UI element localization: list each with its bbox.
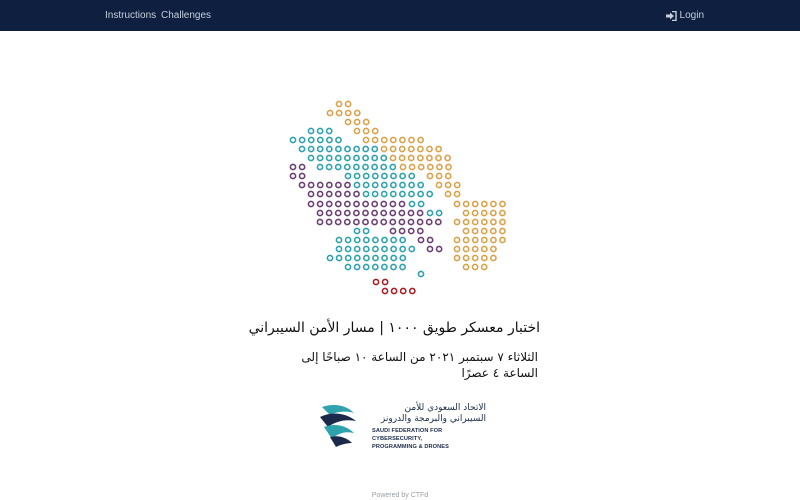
partner-english-line2: PROGRAMMING & DRONES bbox=[372, 444, 449, 450]
partner-logo: الاتحاد السعودي للأمن السيبراني والبرمجة… bbox=[316, 401, 486, 453]
top-navbar: Instructions Challenges Login bbox=[0, 0, 800, 31]
federation-emblem-icon bbox=[320, 405, 356, 447]
sign-in-icon bbox=[665, 10, 677, 21]
partner-arabic-name: الاتحاد السعودي للأمن السيبراني والبرمجة… bbox=[380, 403, 486, 424]
login-link[interactable]: Login bbox=[665, 0, 704, 31]
powered-by-footer: Powered by CTFd bbox=[371, 492, 429, 499]
login-label: Login bbox=[679, 10, 704, 21]
partner-english-line1: SAUDI FEDERATION FOR CYBERSECURITY, bbox=[372, 428, 443, 442]
nav-challenges-link[interactable]: Challenges bbox=[161, 0, 211, 31]
page-title: اختبار معسكر طويق ١٠٠٠ | مسار الأمن السي… bbox=[248, 320, 540, 336]
nav-instructions-link[interactable]: Instructions bbox=[105, 0, 156, 31]
event-date-time: الثلاثاء ٧ سبتمبر ٢٠٢١ من الساعة ١٠ صباح… bbox=[301, 350, 538, 380]
partner-english-name: SAUDI FEDERATION FOR CYBERSECURITY, PROG… bbox=[372, 427, 492, 451]
